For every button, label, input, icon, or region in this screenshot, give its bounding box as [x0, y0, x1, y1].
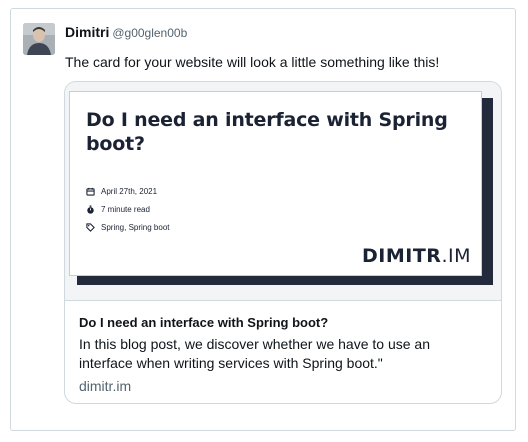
card-description: In this blog post, we discover whether w… — [79, 336, 430, 371]
tweet-header: Dimitri @g00glen00b — [65, 24, 187, 42]
og-brand-bold: DIMITR — [362, 245, 442, 267]
og-tags: Spring, Spring boot — [86, 223, 170, 232]
calendar-icon — [86, 187, 95, 196]
card-preview-image[interactable]: Do I need an interface with Spring boot?… — [65, 82, 501, 301]
card-title[interactable]: Do I need an interface with Spring boot? — [79, 315, 328, 330]
tag-icon — [86, 223, 95, 232]
author-name[interactable]: Dimitri — [65, 24, 109, 40]
og-date-text: April 27th, 2021 — [101, 187, 158, 196]
card-domain[interactable]: dimitr.im — [79, 378, 131, 394]
og-brand-logo: DIMITR.IM — [362, 245, 471, 267]
link-card[interactable]: Do I need an interface with Spring boot?… — [64, 81, 502, 404]
og-read-time: 7 minute read — [86, 205, 150, 214]
avatar-photo — [23, 23, 55, 55]
tweet-text: The card for your website will look a li… — [65, 54, 440, 70]
stopwatch-icon — [87, 205, 94, 214]
og-brand-rest: .IM — [441, 245, 471, 267]
tweet: Dimitri @g00glen00b The card for your web… — [10, 8, 516, 431]
og-title: Do I need an interface with Spring boot? — [86, 109, 448, 155]
og-read-time-text: 7 minute read — [101, 205, 150, 214]
og-tags-text: Spring, Spring boot — [101, 223, 170, 232]
og-image: Do I need an interface with Spring boot?… — [69, 91, 482, 276]
og-date: April 27th, 2021 — [86, 187, 157, 196]
avatar[interactable] — [23, 23, 55, 55]
author-handle[interactable]: @g00glen00b — [112, 26, 187, 40]
